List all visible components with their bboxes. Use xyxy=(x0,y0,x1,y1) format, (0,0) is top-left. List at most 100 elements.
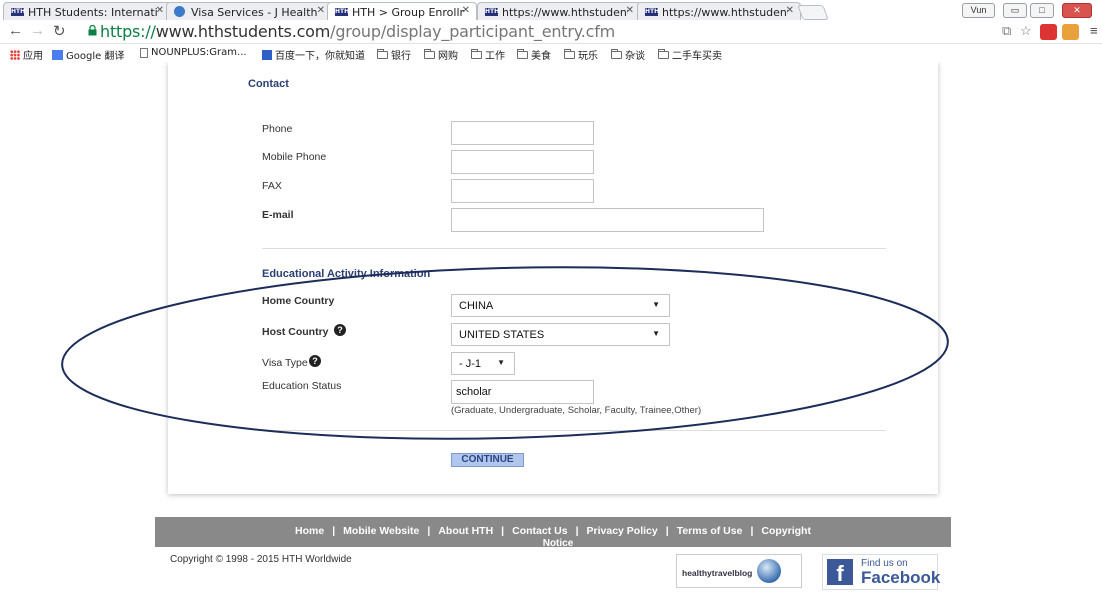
healthy-travel-blog-badge[interactable]: healthytravelblog xyxy=(676,554,802,588)
bookmark-folder-fun[interactable]: 玩乐 xyxy=(564,47,598,62)
url-path: /group/display_participant_entry.cfm xyxy=(330,22,616,41)
help-icon[interactable]: ? xyxy=(334,324,346,336)
bookmark-baidu[interactable]: 百度一下，你就知道 xyxy=(262,47,365,62)
folder-icon xyxy=(424,48,435,59)
blog-badge-label: healthytravelblog xyxy=(682,568,753,578)
google-translate-icon xyxy=(52,49,63,60)
education-status-label: Education Status xyxy=(262,380,342,392)
continue-button[interactable]: CONTINUE xyxy=(451,453,524,467)
folder-icon xyxy=(564,48,575,59)
fax-input[interactable] xyxy=(451,179,594,203)
chevron-down-icon: ▼ xyxy=(497,358,505,367)
home-country-select[interactable]: CHINA ▼ xyxy=(451,294,670,317)
folder-icon xyxy=(517,48,528,59)
forward-arrow-icon[interactable]: → xyxy=(30,22,45,39)
bookmark-nounplus[interactable]: NOUNPLUS:Gram... xyxy=(140,47,247,58)
footer-link-home[interactable]: Home xyxy=(295,525,324,537)
bookmark-label: Google 翻译 xyxy=(66,51,125,62)
home-country-label: Home Country xyxy=(262,295,335,307)
browser-tab-5[interactable]: HTH https://www.hthstudent ✕ xyxy=(637,2,801,20)
maximize-window-button[interactable]: □ xyxy=(1030,3,1054,18)
facebook-label: Facebook xyxy=(861,568,941,587)
back-arrow-icon[interactable]: ← xyxy=(8,22,23,39)
host-country-value: UNITED STATES xyxy=(459,329,545,341)
home-country-value: CHINA xyxy=(459,300,494,312)
footer-link-privacy-policy[interactable]: Privacy Policy xyxy=(587,525,658,537)
mobile-phone-input[interactable] xyxy=(451,150,594,174)
bookmark-google-translate[interactable]: Google 翻译 xyxy=(52,47,124,62)
footer-link-contact-us[interactable]: Contact Us xyxy=(512,525,567,537)
tab-label: HTH > Group Enrollmen xyxy=(352,6,464,19)
hth-favicon-icon: HTH xyxy=(335,8,350,16)
folder-icon xyxy=(377,48,388,59)
tab-label: https://www.hthstudent xyxy=(662,6,788,19)
visa-type-select[interactable]: - J-1 ▼ xyxy=(451,352,515,375)
email-input[interactable] xyxy=(451,208,764,232)
close-tab-icon[interactable]: ✕ xyxy=(156,5,164,16)
browser-tab-1[interactable]: HTH HTH Students: Internati ✕ xyxy=(3,2,171,20)
bookmark-label: NOUNPLUS:Gram... xyxy=(151,47,247,58)
bookmark-label: 玩乐 xyxy=(578,51,598,62)
page-content: Contact Phone Mobile Phone FAX E-mail Ed… xyxy=(0,62,1102,595)
footer-link-about-hth[interactable]: About HTH xyxy=(438,525,493,537)
close-tab-icon[interactable]: ✕ xyxy=(626,5,634,16)
bookmark-label: 应用 xyxy=(23,51,43,62)
bookmark-star-icon[interactable]: ☆ xyxy=(1020,23,1032,39)
footer-link-copyright-notice-wrap[interactable]: Notice xyxy=(155,538,951,549)
bookmark-folder-shopping[interactable]: 网购 xyxy=(424,47,458,62)
contact-title: Contact xyxy=(248,78,289,90)
bookmark-folder-usedcars[interactable]: 二手车买卖 xyxy=(658,47,722,62)
close-tab-icon[interactable]: ✕ xyxy=(462,5,470,16)
mobile-phone-label: Mobile Phone xyxy=(262,151,327,163)
browser-tab-4[interactable]: HTH https://www.hthstudent ✕ xyxy=(477,2,641,20)
tab-label: https://www.hthstudent xyxy=(502,6,628,19)
fax-label: FAX xyxy=(262,180,282,192)
minimize-window-button[interactable]: ▭ xyxy=(1003,3,1027,18)
bookmark-apps[interactable]: 应用 xyxy=(10,47,43,62)
bookmark-folder-work[interactable]: 工作 xyxy=(471,47,505,62)
tab-label: Visa Services - J Health xyxy=(191,6,318,19)
bookmark-folder-bank[interactable]: 银行 xyxy=(377,47,411,62)
menu-icon[interactable]: ≡ xyxy=(1090,23,1098,38)
extension-icon[interactable] xyxy=(1040,24,1057,40)
help-icon[interactable]: ? xyxy=(309,355,321,367)
folder-icon xyxy=(471,48,482,59)
bookmark-label: 百度一下，你就知道 xyxy=(275,51,365,62)
browser-tab-3-active[interactable]: HTH HTH > Group Enrollmen ✕ xyxy=(327,2,477,20)
bookmarks-bar: 应用 Google 翻译 NOUNPLUS:Gram... 百度一下，你就知道 … xyxy=(0,45,1102,62)
globe-icon xyxy=(757,559,781,583)
page-icon xyxy=(140,47,148,58)
browser-tab-2[interactable]: Visa Services - J Health ✕ xyxy=(166,2,332,20)
educational-activity-title: Educational Activity Information xyxy=(262,268,431,280)
bookmark-folder-food[interactable]: 美食 xyxy=(517,47,551,62)
hth-favicon-icon: HTH xyxy=(485,8,500,16)
extension-new-icon[interactable] xyxy=(1062,24,1079,40)
url-scheme: https:// xyxy=(100,22,156,41)
facebook-badge[interactable]: f Find us on Facebook xyxy=(822,554,941,590)
bookmark-label: 银行 xyxy=(391,51,411,62)
bookmark-label: 美食 xyxy=(531,51,551,62)
translate-icon[interactable]: ⧉ xyxy=(1002,23,1011,39)
phone-label: Phone xyxy=(262,123,293,135)
section-divider xyxy=(262,430,886,431)
screenshot-root: HTH HTH Students: Internati ✕ Visa Servi… xyxy=(0,0,1102,595)
reload-icon[interactable]: ↻ xyxy=(53,22,66,40)
host-country-select[interactable]: UNITED STATES ▼ xyxy=(451,323,670,346)
close-tab-icon[interactable]: ✕ xyxy=(317,5,325,16)
footer-link-mobile-website[interactable]: Mobile Website xyxy=(343,525,419,537)
bookmark-folder-misc[interactable]: 杂谈 xyxy=(611,47,645,62)
address-bar[interactable]: https://www.hthstudents.com/group/displa… xyxy=(100,22,615,41)
education-status-input[interactable]: scholar xyxy=(451,380,594,404)
phone-input[interactable] xyxy=(451,121,594,145)
footer-link-copyright[interactable]: Copyright xyxy=(761,525,811,537)
facebook-logo-icon: f xyxy=(827,559,853,586)
email-label: E-mail xyxy=(262,209,294,221)
user-profile-button[interactable]: Vun xyxy=(962,3,995,18)
close-tab-icon[interactable]: ✕ xyxy=(786,5,794,16)
url-host: www.hthstudents.com xyxy=(155,22,331,41)
new-tab-button[interactable] xyxy=(797,5,829,20)
secure-lock-icon xyxy=(88,25,97,36)
footer-link-terms-of-use[interactable]: Terms of Use xyxy=(677,525,743,537)
close-window-button[interactable]: ✕ xyxy=(1062,3,1092,18)
visa-type-value: - J-1 xyxy=(459,358,481,370)
